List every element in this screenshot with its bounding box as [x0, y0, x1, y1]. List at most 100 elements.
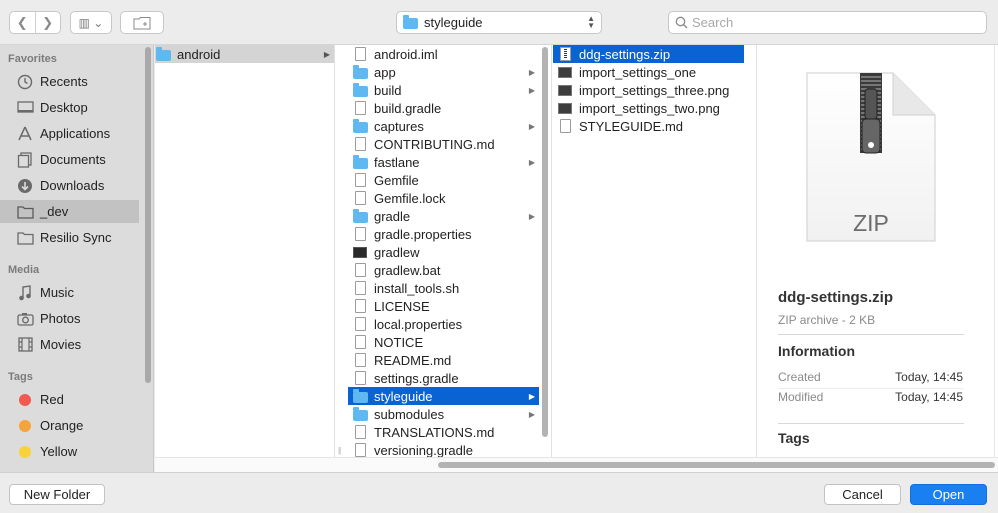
created-label: Created [778, 370, 821, 384]
documents-icon [16, 151, 34, 168]
nav-buttons: ❮ ❯ [9, 11, 61, 34]
sidebar-item-applications[interactable]: Applications [0, 122, 139, 145]
updown-chevron-icon: ▲ ▼ [587, 14, 595, 30]
folder-icon [352, 208, 368, 223]
forward-button[interactable]: ❯ [34, 12, 61, 33]
sidebar-item-downloads[interactable]: Downloads [0, 174, 139, 197]
search-field[interactable] [668, 11, 987, 34]
divider [778, 334, 964, 335]
list-item[interactable]: gradlew [348, 243, 539, 261]
folder-icon [352, 64, 368, 79]
list-item[interactable]: gradlew.bat [348, 261, 539, 279]
sidebar-item-music[interactable]: Music [0, 281, 139, 304]
column-divider [756, 45, 757, 457]
folder-icon [16, 204, 34, 220]
sidebar-item-label: Music [40, 285, 74, 300]
sidebar-item-photos[interactable]: Photos [0, 307, 139, 330]
folder-icon [352, 82, 368, 97]
sidebar-item-resilio-sync[interactable]: Resilio Sync [0, 226, 139, 249]
list-item-label: fastlane [374, 154, 420, 170]
location-popup[interactable]: styleguide ▲ ▼ [396, 11, 602, 34]
list-item-label: build.gradle [374, 100, 442, 116]
tags-heading: Tags [778, 430, 810, 446]
media-heading: Media [8, 264, 40, 276]
disclosure-arrow-icon: ▶ [528, 211, 535, 221]
list-item[interactable]: app ▶ [348, 63, 539, 81]
open-button[interactable]: Open [910, 484, 987, 505]
list-item[interactable]: Gemfile [348, 171, 539, 189]
horizontal-scrollbar-thumb[interactable] [438, 462, 995, 468]
sidebar-scrollbar[interactable] [145, 47, 151, 383]
list-item[interactable]: Gemfile.lock [348, 189, 539, 207]
list-item[interactable]: install_tools.sh [348, 279, 539, 297]
disclosure-arrow-icon: ▶ [323, 49, 330, 59]
new-folder-button[interactable]: New Folder [9, 484, 105, 505]
list-item[interactable]: LICENSE [348, 297, 539, 315]
new-folder-toolbar-button[interactable] [120, 11, 164, 34]
sidebar-item-recents[interactable]: Recents [0, 70, 139, 93]
list-item[interactable]: import_settings_two.png [553, 99, 744, 117]
sidebar-tag-yellow[interactable]: Yellow [0, 440, 139, 463]
list-item[interactable]: TRANSLATIONS.md [348, 423, 539, 441]
columns-view-icon: ▥ ⌄ [78, 15, 104, 30]
list-item[interactable]: CONTRIBUTING.md [348, 135, 539, 153]
sidebar-tag-red[interactable]: Red [0, 388, 139, 411]
list-item[interactable]: android ▶ [155, 45, 334, 63]
folder-icon [352, 154, 368, 169]
list-item[interactable]: fastlane ▶ [348, 153, 539, 171]
folder-icon [352, 118, 368, 133]
list-item[interactable]: ddg-settings.zip [553, 45, 744, 63]
information-heading: Information [778, 343, 855, 359]
created-value: Today, 14:45 [895, 370, 963, 384]
list-item[interactable]: build ▶ [348, 81, 539, 99]
list-item[interactable]: android.iml [348, 45, 539, 63]
tags-heading: Tags [8, 371, 33, 383]
camera-icon [16, 311, 34, 327]
list-item-label: captures [374, 118, 424, 134]
list-item-label: app [374, 64, 396, 80]
sidebar-item-dev[interactable]: _dev [0, 200, 139, 223]
disclosure-arrow-icon: ▶ [528, 121, 535, 131]
sidebar-item-desktop[interactable]: Desktop [0, 96, 139, 119]
list-item[interactable]: captures ▶ [348, 117, 539, 135]
column-2-scrollbar[interactable] [542, 47, 548, 437]
sidebar-item-label: Movies [40, 337, 82, 352]
list-item[interactable]: submodules ▶ [348, 405, 539, 423]
sidebar-tag-orange[interactable]: Orange [0, 414, 139, 437]
document-icon [557, 119, 573, 133]
list-item[interactable]: import_settings_three.png [553, 81, 744, 99]
document-icon [352, 173, 368, 187]
back-button[interactable]: ❮ [10, 12, 35, 33]
sidebar-item-label: Orange [40, 418, 84, 433]
column-divider [551, 45, 552, 457]
horizontal-scrollbar-track [155, 457, 998, 472]
list-item[interactable]: NOTICE [348, 333, 539, 351]
list-item[interactable]: README.md [348, 351, 539, 369]
list-item[interactable]: gradle ▶ [348, 207, 539, 225]
location-label: styleguide [424, 15, 483, 30]
document-icon [352, 335, 368, 349]
column-resize-handle[interactable]: || [338, 446, 341, 455]
list-item[interactable]: settings.gradle [348, 369, 539, 387]
search-input[interactable] [692, 15, 972, 30]
list-item-label: gradlew.bat [374, 262, 441, 278]
orange-tag-dot-icon [16, 418, 34, 434]
list-item[interactable]: styleguide ▶ [348, 387, 539, 405]
document-icon [352, 281, 368, 295]
list-item[interactable]: local.properties [348, 315, 539, 333]
sidebar-item-label: Downloads [40, 178, 105, 193]
red-tag-dot-icon [16, 392, 34, 408]
film-icon [16, 337, 34, 353]
cancel-button[interactable]: Cancel [824, 484, 901, 505]
list-item[interactable]: STYLEGUIDE.md [553, 117, 744, 135]
list-item[interactable]: gradle.properties [348, 225, 539, 243]
list-item[interactable]: import_settings_one [553, 63, 744, 81]
list-item[interactable]: build.gradle [348, 99, 539, 117]
view-mode-button[interactable]: ▥ ⌄ [70, 11, 112, 34]
document-icon [352, 371, 368, 385]
sidebar-item-documents[interactable]: Documents [0, 148, 139, 171]
folder-icon [403, 15, 418, 29]
document-icon [352, 227, 368, 241]
sidebar-item-movies[interactable]: Movies [0, 333, 139, 356]
document-icon [352, 137, 368, 151]
